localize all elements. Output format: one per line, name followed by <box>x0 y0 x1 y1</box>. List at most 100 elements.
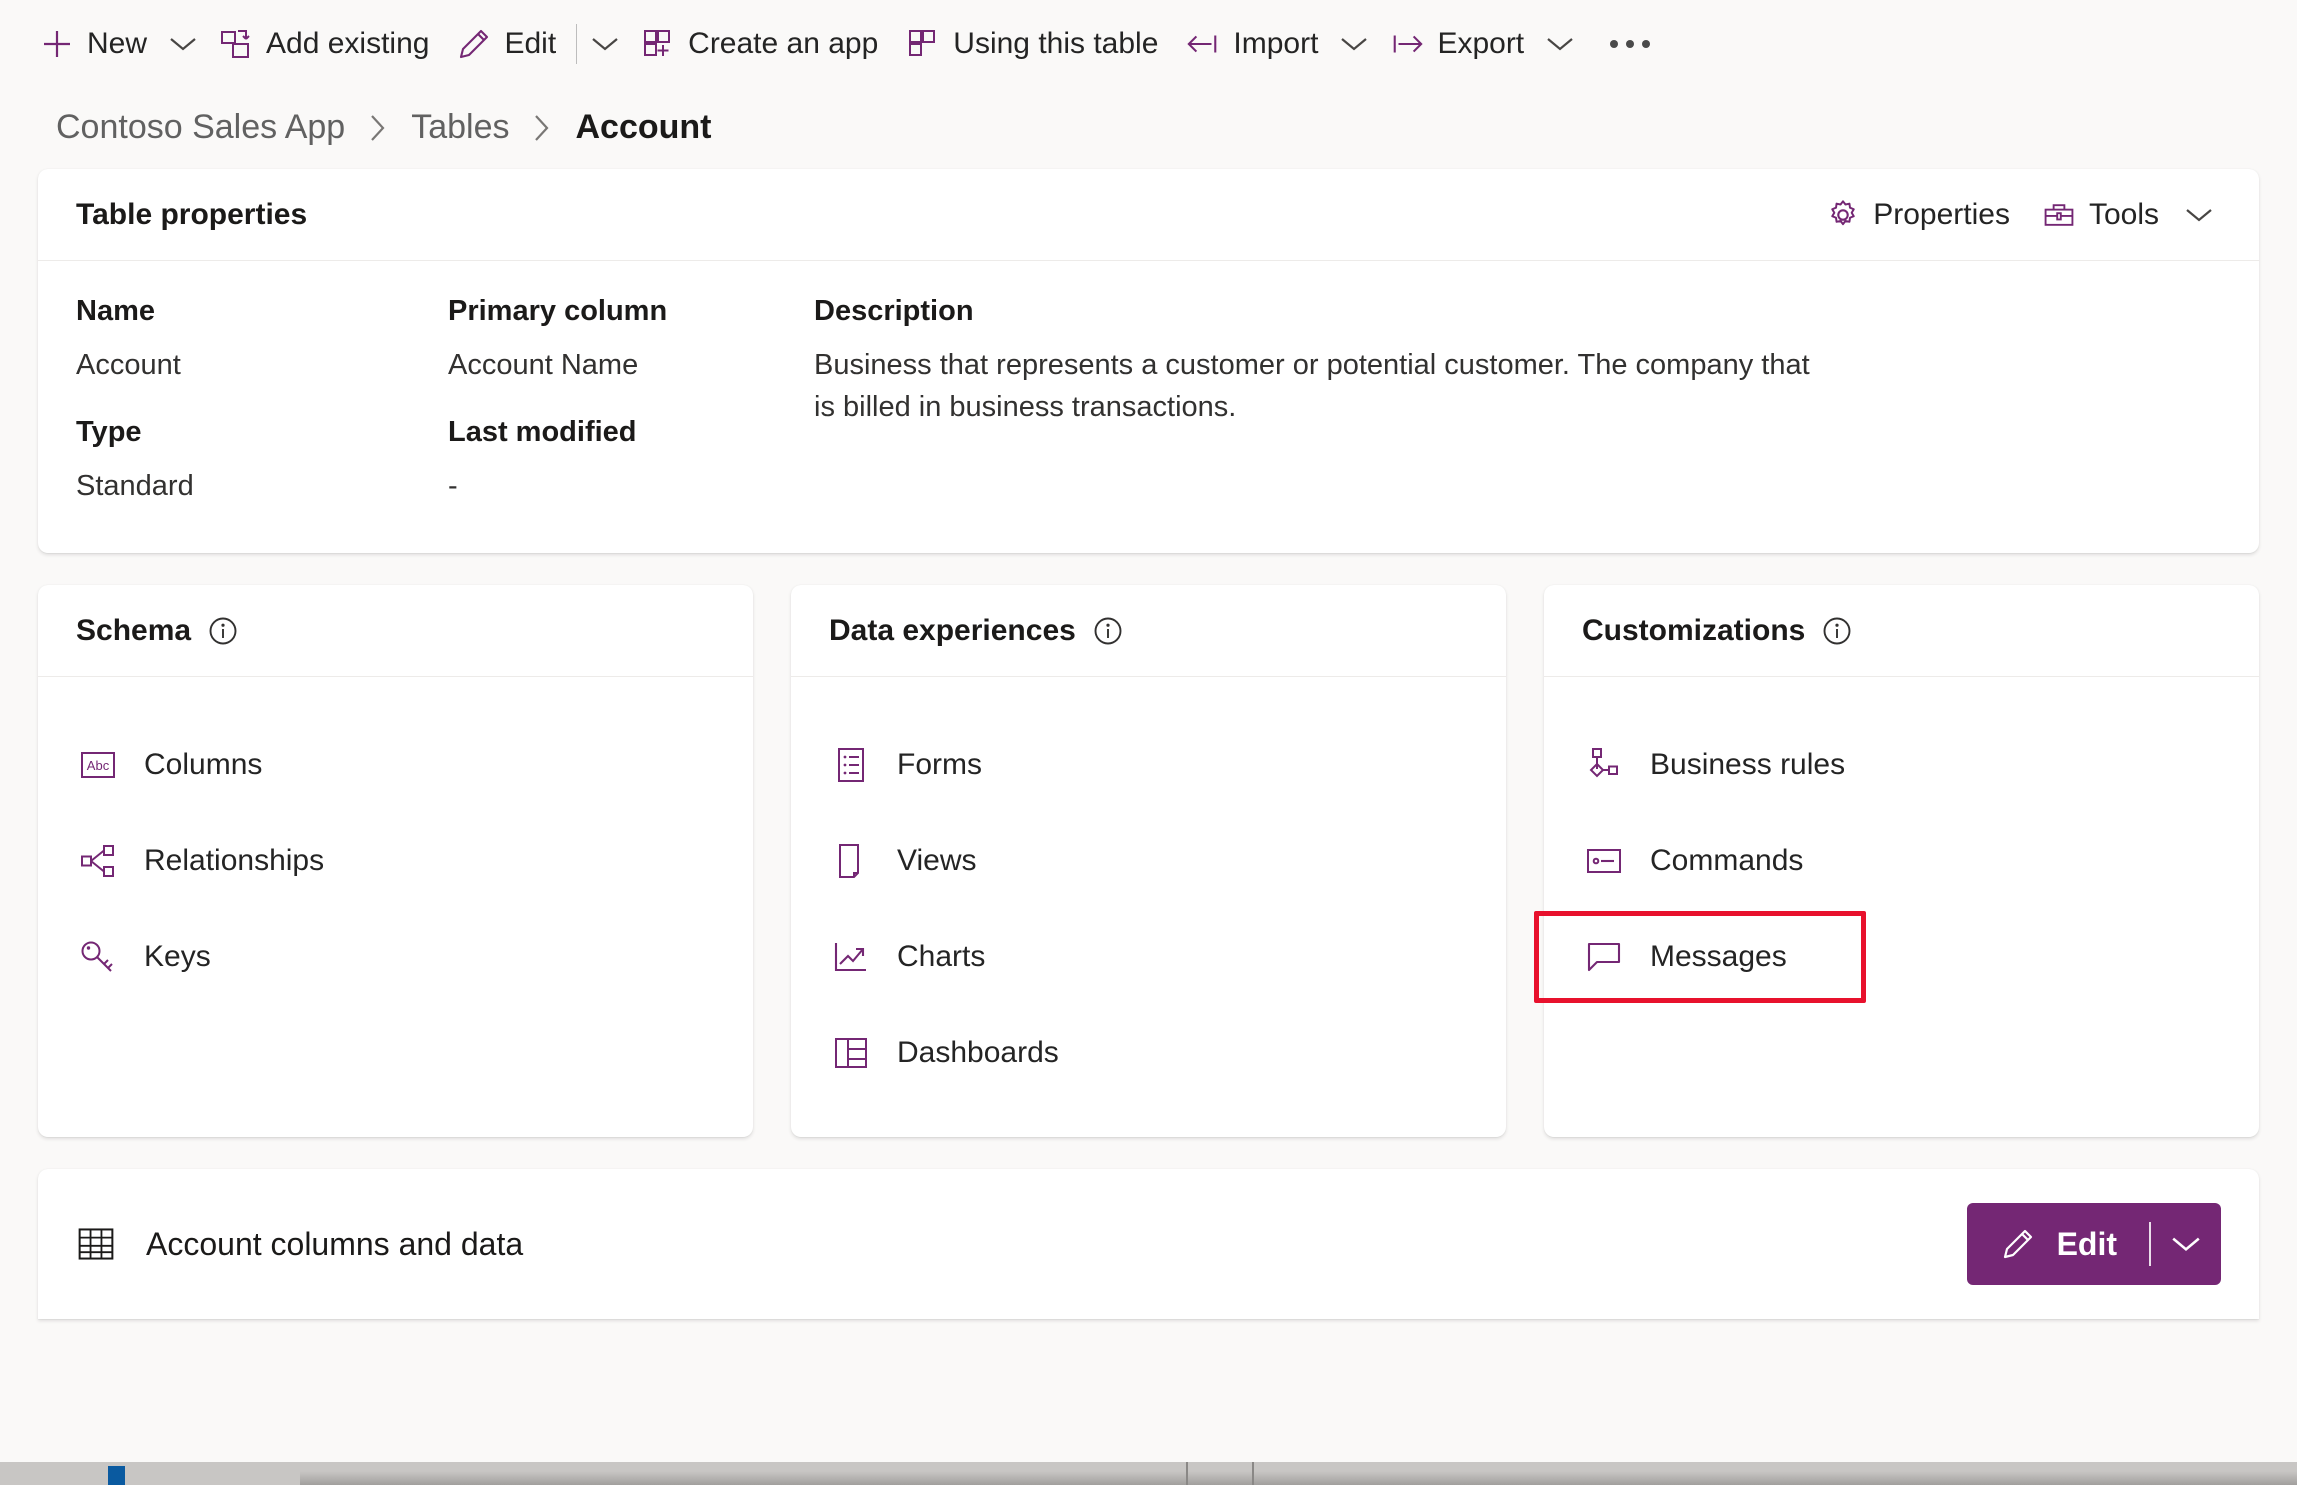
command-export[interactable]: Export <box>1376 12 1538 76</box>
table-properties-actions: Properties Tools <box>1812 183 2221 247</box>
properties-column-2: Primary column Account Name Last modifie… <box>448 295 814 507</box>
field-label-description: Description <box>814 295 974 327</box>
info-icon[interactable] <box>207 615 239 647</box>
field-value-name: Account <box>76 349 181 381</box>
field-label-primary-column: Primary column <box>448 295 668 327</box>
schema-link-columns-label: Columns <box>144 748 263 782</box>
command-create-an-app-label: Create an app <box>688 27 879 60</box>
command-using-this-table-label: Using this table <box>953 27 1159 60</box>
chevron-right-icon <box>367 111 389 145</box>
tools-button[interactable]: Tools <box>2028 183 2173 247</box>
views-icon <box>831 841 871 881</box>
customizations-card-title: Customizations <box>1582 613 1806 647</box>
properties-button-label: Properties <box>1873 197 2010 231</box>
field-value-last-modified: - <box>448 470 458 503</box>
edit-dropdown-button[interactable] <box>2151 1203 2221 1285</box>
command-edit[interactable]: Edit <box>443 12 570 76</box>
command-create-an-app[interactable]: Create an app <box>627 12 892 76</box>
command-new-label: New <box>87 27 148 60</box>
customizations-card: Customizations Business rules Commands M… <box>1534 585 2259 1138</box>
tools-caret[interactable] <box>2177 187 2221 243</box>
key-icon <box>78 937 118 977</box>
data-experiences-link-views[interactable]: Views <box>791 813 1506 909</box>
data-experiences-link-dashboards[interactable]: Dashboards <box>791 1005 1506 1101</box>
import-icon <box>1186 27 1220 61</box>
table-properties-header: Table properties Properties Tools <box>38 169 2259 261</box>
data-experiences-card: Data experiences Forms Views Charts Dash… <box>791 585 1506 1138</box>
table-properties-title: Table properties <box>76 197 308 231</box>
data-experiences-link-views-label: Views <box>897 844 977 878</box>
command-using-this-table[interactable]: Using this table <box>892 12 1172 76</box>
business-rules-icon <box>1584 745 1624 785</box>
dashboards-icon <box>831 1033 871 1073</box>
command-add-existing[interactable]: Add existing <box>205 12 443 76</box>
command-new-caret[interactable] <box>161 16 205 72</box>
customizations-links: Business rules Commands Messages <box>1534 677 2259 1005</box>
schema-link-keys[interactable]: Keys <box>38 909 753 1005</box>
info-icon[interactable] <box>1092 615 1124 647</box>
abc-columns-icon: Abc <box>78 745 118 785</box>
properties-button[interactable]: Properties <box>1812 183 2024 247</box>
data-experiences-links: Forms Views Charts Dashboards <box>791 677 1506 1101</box>
grid-scroll-strip[interactable] <box>0 1462 2297 1485</box>
command-add-existing-label: Add existing <box>266 27 430 60</box>
export-icon <box>1390 27 1424 61</box>
chevron-right-icon <box>531 111 553 145</box>
field-label-last-modified: Last modified <box>448 416 637 449</box>
grid-strip-left <box>0 1462 300 1485</box>
breadcrumb-item-account: Account <box>575 108 712 146</box>
breadcrumb-item-tables[interactable]: Tables <box>411 108 509 147</box>
properties-column-1: Name Account Type Standard <box>76 295 448 507</box>
data-experiences-link-forms-label: Forms <box>897 748 982 782</box>
messages-icon <box>1584 937 1624 977</box>
data-experiences-link-charts[interactable]: Charts <box>791 909 1506 1005</box>
customizations-link-business-rules-label: Business rules <box>1650 748 1846 782</box>
overflow-dot <box>1642 40 1651 48</box>
schema-links: Abc Columns Relationships Keys <box>38 677 753 1005</box>
command-bar: New Add existing Edit Create an app Usin… <box>0 0 2297 88</box>
command-edit-divider <box>576 24 578 64</box>
grid-row-marker <box>108 1466 125 1485</box>
customizations-link-business-rules[interactable]: Business rules <box>1544 717 2259 813</box>
add-icon <box>40 27 74 61</box>
data-experiences-card-header: Data experiences <box>791 585 1506 678</box>
command-import[interactable]: Import <box>1172 12 1332 76</box>
charts-icon <box>831 937 871 977</box>
customizations-link-commands[interactable]: Commands <box>1544 813 2259 909</box>
field-label-type: Type <box>76 416 142 449</box>
command-edit-label: Edit <box>504 27 557 60</box>
tools-button-label: Tools <box>2088 197 2159 231</box>
schema-link-keys-label: Keys <box>144 940 211 974</box>
schema-link-relationships[interactable]: Relationships <box>38 813 753 909</box>
customizations-link-messages[interactable]: Messages <box>1534 909 2259 1005</box>
properties-column-3: Description Business that represents a c… <box>814 295 1834 507</box>
feature-cards-row: Schema Abc Columns Relationships Keys Da… <box>38 585 2259 1138</box>
customizations-card-header: Customizations <box>1544 585 2259 678</box>
using-this-table-icon <box>906 27 940 61</box>
table-properties-body: Name Account Type Standard Primary colum… <box>38 261 2259 553</box>
gear-icon <box>1826 198 1860 232</box>
breadcrumb-item-app[interactable]: Contoso Sales App <box>56 108 345 147</box>
overflow-dot <box>1626 40 1635 48</box>
command-edit-caret[interactable] <box>583 16 627 72</box>
schema-card-title: Schema <box>76 613 192 647</box>
command-new[interactable]: New <box>26 12 161 76</box>
field-value-primary-column: Account Name <box>448 349 639 381</box>
data-experiences-link-forms[interactable]: Forms <box>791 717 1506 813</box>
info-icon[interactable] <box>1821 615 1853 647</box>
field-value-description: Business that represents a customer or p… <box>814 349 1810 424</box>
customizations-link-commands-label: Commands <box>1650 844 1804 878</box>
command-import-caret[interactable] <box>1332 16 1376 72</box>
command-export-caret[interactable] <box>1538 16 1582 72</box>
schema-link-columns[interactable]: Abc Columns <box>38 717 753 813</box>
edit-button[interactable]: Edit <box>1967 1203 2149 1285</box>
field-value-type: Standard <box>76 470 194 503</box>
account-columns-and-data-card: Account columns and data Edit <box>38 1169 2259 1320</box>
schema-link-relationships-label: Relationships <box>144 844 325 878</box>
add-existing-icon <box>219 27 253 61</box>
command-overflow-button[interactable] <box>1594 16 1666 72</box>
field-label-name: Name <box>76 295 155 327</box>
table-properties-card: Table properties Properties Tools Name A… <box>38 169 2259 554</box>
breadcrumb: Contoso Sales App Tables Account <box>0 88 2297 169</box>
edit-split-button[interactable]: Edit <box>1966 1203 2221 1286</box>
